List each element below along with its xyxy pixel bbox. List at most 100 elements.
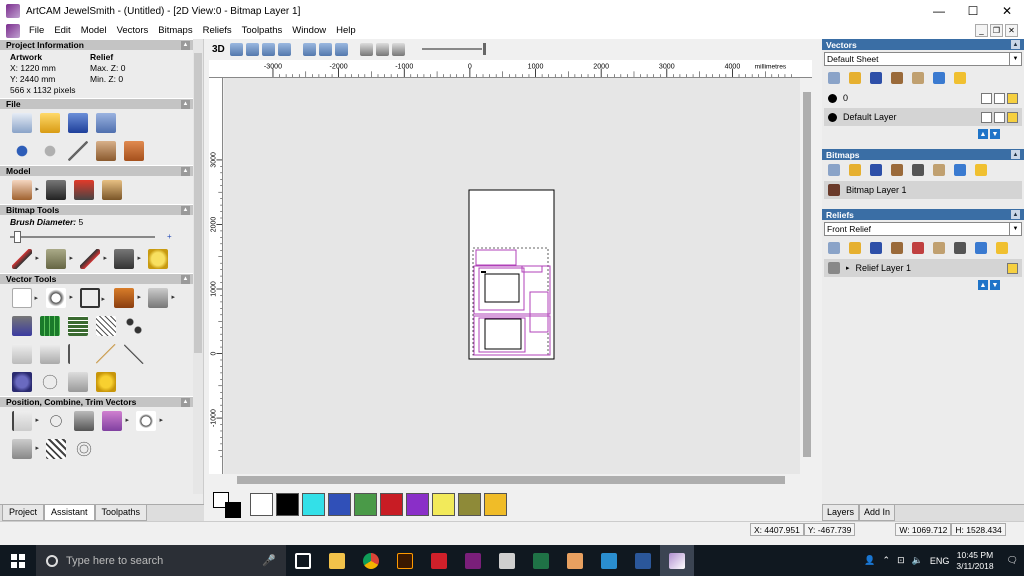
- fg-bg-color-icon[interactable]: [213, 491, 243, 518]
- new-file-icon[interactable]: [12, 113, 32, 133]
- clock[interactable]: 10:45 PM 3/11/2018: [956, 550, 993, 572]
- model-size-icon[interactable]: [12, 180, 39, 200]
- nest-icon[interactable]: [74, 411, 94, 431]
- file-explorer-icon[interactable]: [320, 545, 354, 576]
- align-icon[interactable]: [12, 411, 39, 431]
- swap-view-icon[interactable]: [391, 42, 405, 56]
- text-tool-icon[interactable]: [114, 288, 141, 308]
- table-icon[interactable]: [68, 316, 88, 336]
- arc-icon[interactable]: [40, 372, 60, 392]
- menu-toolpaths[interactable]: Toolpaths: [237, 25, 288, 36]
- lock-icon[interactable]: [981, 92, 992, 104]
- horizontal-scroll-thumb[interactable]: [237, 476, 785, 484]
- save-layer-icon[interactable]: [870, 72, 882, 84]
- merge-layer-icon[interactable]: [891, 164, 903, 176]
- swatch-blue[interactable]: [328, 493, 351, 516]
- chevron-down-icon[interactable]: ▼: [1009, 223, 1021, 235]
- collapse-icon[interactable]: ▲: [1011, 40, 1020, 49]
- microphone-icon[interactable]: 🎤: [262, 554, 276, 567]
- tab-project[interactable]: Project: [2, 505, 45, 521]
- chevron-down-icon[interactable]: ▼: [1009, 53, 1021, 65]
- scroll-thumb[interactable]: [194, 53, 202, 353]
- swatch-green[interactable]: [354, 493, 377, 516]
- copy-layer-icon[interactable]: [912, 72, 924, 84]
- new-layer-icon[interactable]: [828, 72, 840, 84]
- mdi-minimize-button[interactable]: _: [975, 24, 988, 37]
- open-layer-icon[interactable]: [849, 242, 861, 254]
- open-layer-icon[interactable]: [849, 72, 861, 84]
- zoom-in-icon[interactable]: [229, 42, 243, 56]
- group-icon[interactable]: [102, 411, 129, 431]
- visibility-icon[interactable]: [994, 111, 1005, 123]
- delete-layer-icon[interactable]: [933, 72, 945, 84]
- paint-icon[interactable]: [12, 249, 39, 269]
- zoom-previous-icon[interactable]: [302, 42, 316, 56]
- layer-props-icon[interactable]: [975, 164, 987, 176]
- select-arrow-icon[interactable]: [12, 288, 38, 308]
- model-position-icon[interactable]: [46, 180, 66, 200]
- tab-assistant[interactable]: Assistant: [44, 505, 95, 521]
- language-indicator[interactable]: ENG: [930, 556, 950, 566]
- excel-icon[interactable]: [524, 545, 558, 576]
- model-flip-icon[interactable]: [74, 180, 94, 200]
- draw-icon[interactable]: [80, 249, 107, 269]
- bitmap-to-vector-icon[interactable]: [114, 249, 141, 269]
- relief-layer-row[interactable]: ▸ Relief Layer 1: [824, 259, 1022, 277]
- menu-help[interactable]: Help: [331, 25, 361, 36]
- vector-import-icon[interactable]: [12, 316, 32, 336]
- view-opacity-slider[interactable]: [421, 43, 486, 55]
- app-menu-icon[interactable]: [6, 23, 20, 38]
- snap-icon[interactable]: [359, 42, 373, 56]
- relief-props-icon[interactable]: [954, 242, 966, 254]
- pattern-icon[interactable]: [96, 316, 116, 336]
- new-layer-icon[interactable]: [828, 242, 840, 254]
- bitmaps-header[interactable]: Bitmaps ▲: [822, 149, 1024, 160]
- swatch-purple[interactable]: [406, 493, 429, 516]
- position-header[interactable]: Position, Combine, Trim Vectors ▲: [0, 396, 194, 407]
- layer-color-dot[interactable]: [828, 112, 837, 122]
- offset-icon[interactable]: [40, 344, 60, 364]
- people-icon[interactable]: 👤: [864, 555, 875, 566]
- mdi-close-button[interactable]: ✕: [1005, 24, 1018, 37]
- file-header[interactable]: File ▲: [0, 98, 194, 109]
- zoom-all-icon[interactable]: [334, 42, 348, 56]
- swatch-gold[interactable]: [484, 493, 507, 516]
- copy-layer-icon[interactable]: [933, 242, 945, 254]
- brush-diameter-slider[interactable]: [10, 230, 155, 243]
- menu-reliefs[interactable]: Reliefs: [198, 25, 237, 36]
- bulb-icon[interactable]: [1007, 92, 1018, 104]
- collapse-icon[interactable]: ▲: [181, 166, 190, 176]
- cut-icon[interactable]: [68, 141, 88, 161]
- menu-edit[interactable]: Edit: [49, 25, 75, 36]
- artcam-2-icon[interactable]: [490, 545, 524, 576]
- trim-icon[interactable]: [124, 344, 144, 364]
- move-layer-up-icon[interactable]: ▲: [978, 280, 988, 290]
- layer-color-dot[interactable]: [828, 93, 837, 103]
- toggle-view-icon[interactable]: [375, 42, 389, 56]
- new-layer-icon[interactable]: [828, 164, 840, 176]
- monitor-icon[interactable]: [912, 164, 924, 176]
- tab-layers[interactable]: Layers: [822, 505, 860, 521]
- copy-layer-icon[interactable]: [933, 164, 945, 176]
- swatch-black[interactable]: [276, 493, 299, 516]
- zoom-selection-icon[interactable]: [318, 42, 332, 56]
- transform-icon[interactable]: [46, 288, 73, 308]
- menu-vectors[interactable]: Vectors: [112, 25, 154, 36]
- save-as-icon[interactable]: [96, 113, 116, 133]
- vector-tools-header[interactable]: Vector Tools ▲: [0, 273, 194, 284]
- delete-layer-icon[interactable]: [975, 242, 987, 254]
- weld-icon[interactable]: [136, 411, 163, 431]
- tab-toolpaths[interactable]: Toolpaths: [94, 505, 148, 521]
- tab-add-in[interactable]: Add In: [859, 505, 896, 521]
- collapse-icon[interactable]: ▲: [181, 274, 190, 284]
- notifications-icon[interactable]: 🗨: [1007, 555, 1018, 566]
- c-app-icon[interactable]: [592, 545, 626, 576]
- drawing-canvas[interactable]: [224, 78, 800, 474]
- expand-icon[interactable]: ▸: [846, 264, 850, 272]
- checkbox-app-icon[interactable]: [456, 545, 490, 576]
- 3d-view-button[interactable]: 3D: [212, 44, 227, 55]
- combine-icon[interactable]: [912, 242, 924, 254]
- bracket-icon[interactable]: [68, 344, 88, 364]
- maximize-button[interactable]: ☐: [956, 0, 990, 22]
- move-layer-down-icon[interactable]: ▼: [990, 129, 1000, 139]
